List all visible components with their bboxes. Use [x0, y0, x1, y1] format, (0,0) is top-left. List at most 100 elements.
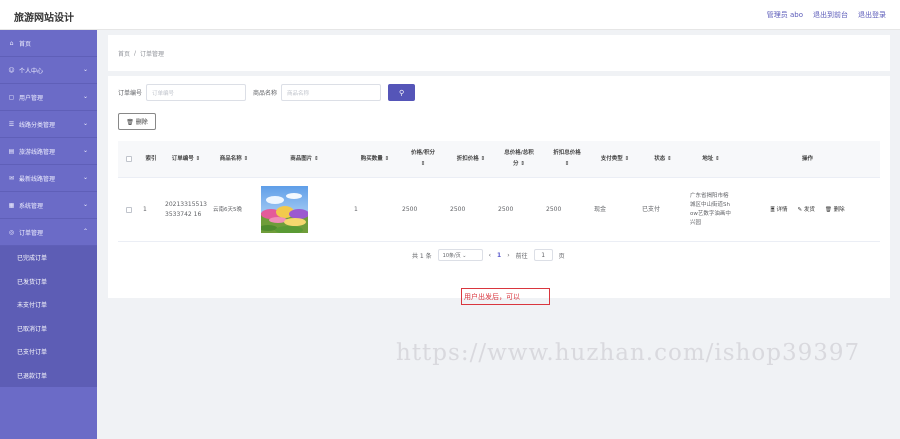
sidebar-item-user-management[interactable]: ▢ 用户管理 ⌄: [0, 84, 97, 111]
users-icon: ▢: [8, 93, 15, 101]
cell-operations: 🗏 详情 ✎ 发货 🗑 删除: [735, 178, 880, 241]
search-form: 订单编号 订单编号 商品名称 商品名称 ⚲: [118, 84, 416, 101]
sidebar-item-route-category[interactable]: ☰ 线路分类管理 ⌄: [0, 111, 97, 138]
sidebar-item-tour-routes[interactable]: ▤ 旅游线路管理 ⌄: [0, 138, 97, 165]
goto-page-input[interactable]: 1: [533, 249, 553, 261]
chevron-down-icon: ⌄: [82, 120, 88, 127]
chevron-down-icon: ⌄: [82, 93, 88, 100]
order-no-input[interactable]: 订单编号: [146, 84, 247, 101]
annotation-note: 用户出发后，可以: [461, 288, 550, 305]
cell-product-name: 云南6天5晚: [213, 206, 242, 213]
sidebar-item-label: 最新线路管理: [19, 175, 56, 183]
row-actions: 🗏 详情 ✎ 发货 🗑 删除: [738, 205, 877, 215]
sort-icon: ⇕: [420, 161, 426, 167]
sidebar-item-system[interactable]: ▦ 系统管理 ⌄: [0, 192, 97, 219]
sidebar-item-home[interactable]: ⌂ 首页: [0, 30, 97, 57]
col-total-discount[interactable]: 折扣总价格 ⇕: [543, 141, 591, 177]
detail-button[interactable]: 🗏 详情: [770, 205, 787, 215]
watermark: https://www.huzhan.com/ishop39397: [396, 340, 861, 366]
cell-order-no: 202133155133533742 16: [165, 200, 207, 218]
sidebar-item-label: 订单管理: [19, 229, 44, 237]
sidebar-item-label: 系统管理: [19, 202, 44, 210]
batch-delete-button[interactable]: 🗑 删除: [118, 113, 156, 130]
col-total[interactable]: 总价格/总积分 ⇕: [495, 141, 543, 177]
orders-card: 订单编号 订单编号 商品名称 商品名称 ⚲ 🗑 删除 索引 订单编号 ⇕ 商品名…: [108, 76, 890, 298]
sidebar-item-label: 首页: [19, 40, 32, 48]
chevron-down-icon: ⌄: [82, 147, 88, 154]
sidebar-subitem-shipped-orders[interactable]: 已发货订单: [0, 269, 97, 293]
sidebar-item-latest-routes[interactable]: ✉ 最新线路管理 ⌄: [0, 165, 97, 192]
col-pay-type[interactable]: 支付类型 ⇕: [591, 141, 639, 177]
goto-label: 前往: [515, 252, 528, 260]
col-address[interactable]: 地址 ⇕: [687, 141, 735, 177]
sidebar-subitem-completed-orders[interactable]: 已完成订单: [0, 246, 97, 270]
pagination-total: 共 1 条: [412, 252, 432, 260]
col-price[interactable]: 价格/积分 ⇕: [399, 141, 447, 177]
product-name-label: 商品名称: [253, 90, 278, 97]
chevron-up-icon: ⌃: [82, 228, 88, 235]
sidebar-subitem-cancelled-orders[interactable]: 已取消订单: [0, 316, 97, 340]
cell-total: 2500: [498, 205, 514, 213]
chevron-down-icon: ⌄: [82, 66, 88, 73]
sidebar: ⌂ 首页 ☺ 个人中心 ⌄ ▢ 用户管理 ⌄ ☰ 线路分类管理 ⌄ ▤ 旅游线路管理 ⌄ ✉ 最新线…: [0, 30, 97, 439]
col-total-line1: 总价格/总积: [504, 150, 534, 156]
cell-address: 广东省揭阳市榕城区中山街道Show艺数字油画中兴园: [690, 192, 731, 226]
col-product-name[interactable]: 商品名称 ⇕: [210, 141, 258, 177]
select-all-checkbox-cell[interactable]: [118, 141, 140, 177]
sidebar-subitem-refunded-orders[interactable]: 已退款订单: [0, 363, 97, 387]
top-bar: 旅游网站设计 管理员 abo 退出到前台 退出登录: [0, 0, 900, 30]
col-status[interactable]: 状态 ⇕: [639, 141, 687, 177]
order-icon: ◎: [8, 228, 15, 236]
next-page-button[interactable]: ›: [507, 252, 509, 259]
prev-page-button[interactable]: ‹: [489, 252, 491, 259]
sidebar-item-personal-center[interactable]: ☺ 个人中心 ⌄: [0, 57, 97, 84]
sidebar-item-label: 旅游线路管理: [19, 148, 56, 156]
cell-product-image: [258, 178, 351, 241]
logout-link[interactable]: 退出登录: [858, 10, 886, 20]
page-size-select[interactable]: 10条/页 ⌄: [437, 249, 483, 261]
search-icon: ⚲: [398, 88, 405, 97]
row-checkbox-cell[interactable]: [118, 178, 140, 241]
mail-icon: ✉: [8, 174, 15, 182]
cell-total-discount: 2500: [546, 205, 562, 213]
col-order-no[interactable]: 订单编号 ⇕: [162, 141, 210, 177]
product-thumbnail: [261, 186, 308, 233]
page-unit-label: 页: [558, 252, 565, 260]
col-total-line2: 分 ⇕: [512, 161, 526, 167]
chevron-down-icon: ⌄: [82, 201, 88, 208]
sort-icon: ⇕: [564, 161, 570, 167]
app-title: 旅游网站设计: [14, 13, 74, 24]
pagination: 共 1 条 10条/页 ⌄ ‹ 1 › 前往 1 页: [412, 249, 565, 261]
order-no-label: 订单编号: [118, 90, 143, 97]
cell-quantity: 1: [354, 205, 358, 213]
col-product-image[interactable]: 商品图片 ⇕: [258, 141, 351, 177]
cell-pay-type: 现金: [594, 205, 607, 213]
ship-button[interactable]: ✎ 发货: [798, 205, 815, 215]
search-button[interactable]: ⚲: [388, 84, 416, 101]
tag-icon: ☰: [8, 120, 15, 128]
col-total-discount-line1: 折扣总价格: [553, 150, 581, 156]
breadcrumb-home[interactable]: 首页: [118, 49, 130, 58]
main-content: 首页 / 订单管理 订单编号 订单编号 商品名称 商品名称 ⚲ 🗑 删除 索引 …: [97, 30, 900, 439]
sidebar-subitem-unpaid-orders[interactable]: 未支付订单: [0, 293, 97, 317]
page-number-current[interactable]: 1: [497, 252, 501, 259]
row-checkbox[interactable]: [126, 206, 132, 213]
admin-user-link[interactable]: 管理员 abo: [767, 10, 803, 20]
cell-index: 1: [143, 205, 147, 213]
table-header: 索引 订单编号 ⇕ 商品名称 ⇕ 商品图片 ⇕ 购买数量 ⇕ 价格/积分 ⇕ 折扣…: [118, 141, 880, 178]
col-operations: 操作: [801, 155, 813, 162]
product-name-input[interactable]: 商品名称: [281, 84, 382, 101]
cell-status: 已支付: [642, 205, 661, 213]
orders-table: 索引 订单编号 ⇕ 商品名称 ⇕ 商品图片 ⇕ 购买数量 ⇕ 价格/积分 ⇕ 折扣…: [118, 141, 880, 242]
top-links: 管理员 abo 退出到前台 退出登录: [767, 10, 886, 20]
sidebar-item-orders[interactable]: ◎ 订单管理 ⌃: [0, 219, 97, 246]
col-discount-price[interactable]: 折扣价格 ⇕: [447, 141, 495, 177]
flower-field-image: [261, 186, 308, 233]
delete-button[interactable]: 🗑 删除: [825, 205, 845, 215]
exit-to-frontend-link[interactable]: 退出到前台: [813, 10, 848, 20]
sidebar-subitem-paid-orders[interactable]: 已支付订单: [0, 340, 97, 364]
breadcrumb: 首页 / 订单管理: [108, 35, 890, 71]
select-all-checkbox[interactable]: [126, 156, 132, 162]
cell-price: 2500: [402, 205, 418, 213]
col-quantity[interactable]: 购买数量 ⇕: [351, 141, 399, 177]
